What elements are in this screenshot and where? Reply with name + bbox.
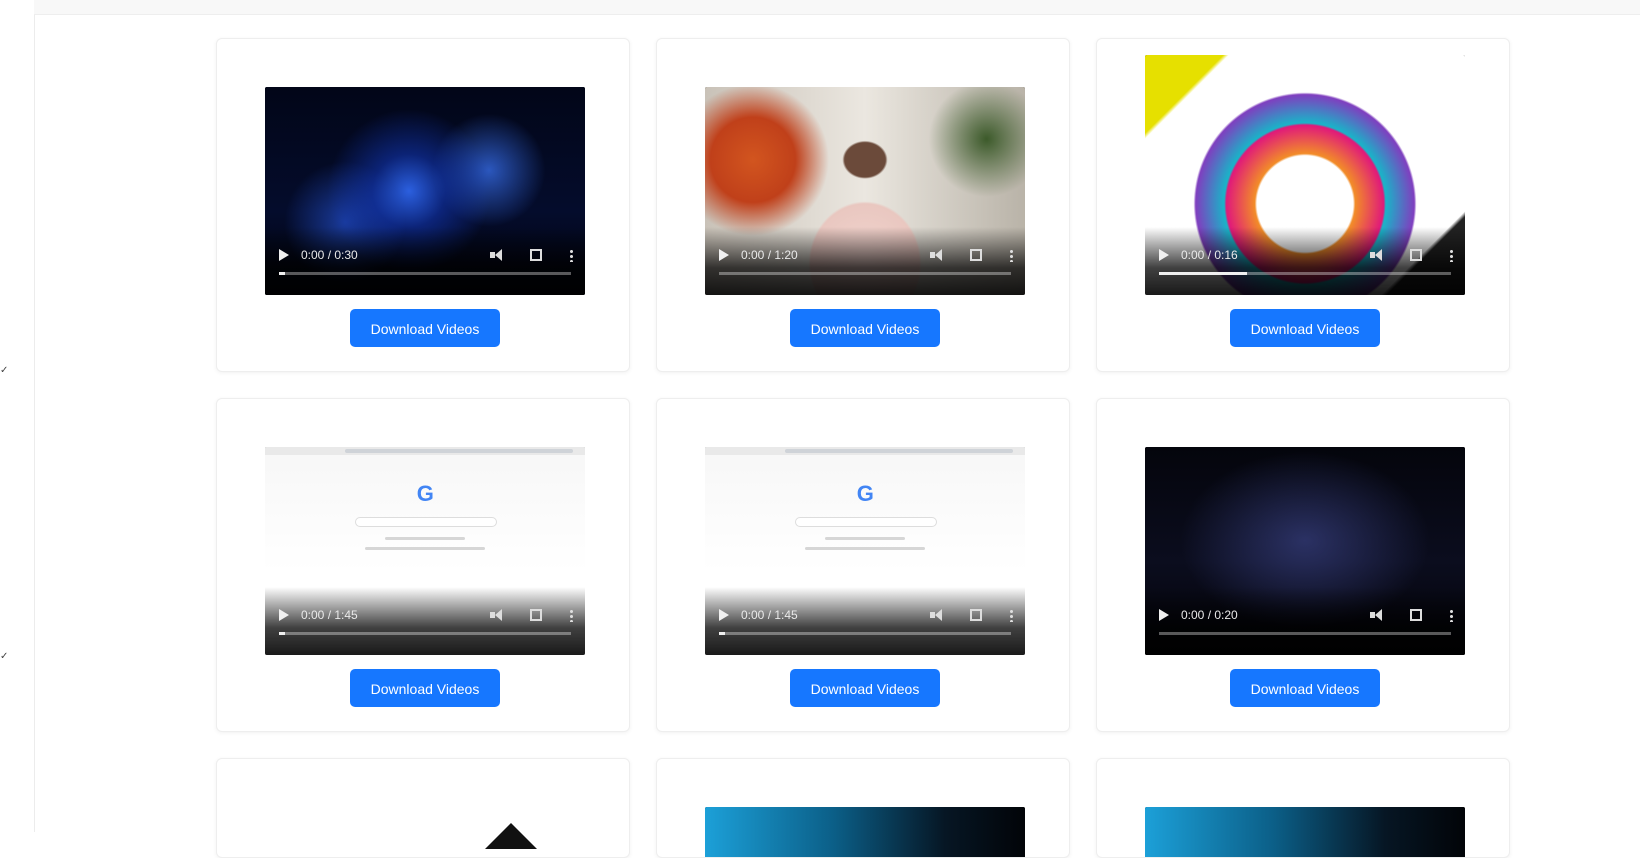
video-progress-bar[interactable] <box>279 632 571 635</box>
video-card: G 0:00 / 1:45 Download Videos <box>216 398 630 732</box>
fullscreen-icon[interactable] <box>1410 249 1422 261</box>
video-time: 0:00 / 0:30 <box>301 248 358 262</box>
volume-icon[interactable] <box>930 609 946 621</box>
video-player[interactable] <box>265 807 585 857</box>
video-player[interactable] <box>1145 807 1465 857</box>
rail-tick-icon: ✓ <box>0 365 9 376</box>
video-player[interactable]: 0:00 / 1:20 <box>705 87 1025 295</box>
top-strip <box>34 0 1640 15</box>
fullscreen-icon[interactable] <box>970 609 982 621</box>
fullscreen-icon[interactable] <box>530 249 542 261</box>
rail-tick-icon: ✓ <box>0 651 9 662</box>
video-controls: 0:00 / 1:45 <box>705 587 1025 655</box>
video-controls: 0:00 / 1:20 <box>705 227 1025 295</box>
video-controls: 0:00 / 0:30 <box>265 227 585 295</box>
video-player[interactable]: G 0:00 / 1:45 <box>705 447 1025 655</box>
volume-icon[interactable] <box>1370 609 1386 621</box>
volume-icon[interactable] <box>1370 249 1386 261</box>
video-card <box>656 758 1070 858</box>
video-card: 0:00 / 0:20 Download Videos <box>1096 398 1510 732</box>
video-grid: 0:00 / 0:30 Download Videos 0:00 / 1:20 <box>216 38 1510 858</box>
more-options-icon[interactable] <box>1450 608 1453 622</box>
download-videos-button[interactable]: Download Videos <box>790 669 940 707</box>
video-time: 0:00 / 0:16 <box>1181 248 1238 262</box>
download-videos-button[interactable]: Download Videos <box>790 309 940 347</box>
download-videos-button[interactable]: Download Videos <box>1230 309 1380 347</box>
video-thumbnail <box>705 807 1025 857</box>
more-options-icon[interactable] <box>570 608 573 622</box>
google-logo-icon: G <box>856 481 874 506</box>
volume-icon[interactable] <box>930 249 946 261</box>
video-thumbnail <box>265 807 585 857</box>
more-options-icon[interactable] <box>1010 608 1013 622</box>
video-player[interactable]: 0:00 / 0:16 <box>1145 55 1465 295</box>
more-options-icon[interactable] <box>1010 248 1013 262</box>
video-time: 0:00 / 1:45 <box>301 608 358 622</box>
more-options-icon[interactable] <box>1450 248 1453 262</box>
download-videos-button[interactable]: Download Videos <box>1230 669 1380 707</box>
video-thumbnail <box>1145 807 1465 857</box>
download-videos-button[interactable]: Download Videos <box>350 669 500 707</box>
volume-icon[interactable] <box>490 609 506 621</box>
play-icon[interactable] <box>279 249 289 261</box>
video-controls: 0:00 / 0:20 <box>1145 587 1465 655</box>
video-card: 0:00 / 0:16 Download Videos <box>1096 38 1510 372</box>
video-controls: 0:00 / 1:45 <box>265 587 585 655</box>
video-time: 0:00 / 0:20 <box>1181 608 1238 622</box>
play-icon[interactable] <box>1159 249 1169 261</box>
video-player[interactable] <box>705 807 1025 857</box>
left-rail: ✓ ✓ <box>0 0 35 832</box>
video-card <box>1096 758 1510 858</box>
video-time: 0:00 / 1:20 <box>741 248 798 262</box>
more-options-icon[interactable] <box>570 248 573 262</box>
video-progress-bar[interactable] <box>1159 272 1451 275</box>
video-progress-bar[interactable] <box>719 632 1011 635</box>
video-card: G 0:00 / 1:45 Download Videos <box>656 398 1070 732</box>
fullscreen-icon[interactable] <box>530 609 542 621</box>
google-logo-icon: G <box>416 481 434 506</box>
video-progress-bar[interactable] <box>279 272 571 275</box>
play-icon[interactable] <box>1159 609 1169 621</box>
play-icon[interactable] <box>719 609 729 621</box>
video-card <box>216 758 630 858</box>
video-progress-bar[interactable] <box>1159 632 1451 635</box>
video-player[interactable]: 0:00 / 0:20 <box>1145 447 1465 655</box>
video-progress-bar[interactable] <box>719 272 1011 275</box>
play-icon[interactable] <box>719 249 729 261</box>
video-time: 0:00 / 1:45 <box>741 608 798 622</box>
volume-icon[interactable] <box>490 249 506 261</box>
video-card: 0:00 / 1:20 Download Videos <box>656 38 1070 372</box>
video-controls: 0:00 / 0:16 <box>1145 227 1465 295</box>
fullscreen-icon[interactable] <box>1410 609 1422 621</box>
video-player[interactable]: 0:00 / 0:30 <box>265 87 585 295</box>
download-videos-button[interactable]: Download Videos <box>350 309 500 347</box>
video-card: 0:00 / 0:30 Download Videos <box>216 38 630 372</box>
fullscreen-icon[interactable] <box>970 249 982 261</box>
play-icon[interactable] <box>279 609 289 621</box>
video-player[interactable]: G 0:00 / 1:45 <box>265 447 585 655</box>
